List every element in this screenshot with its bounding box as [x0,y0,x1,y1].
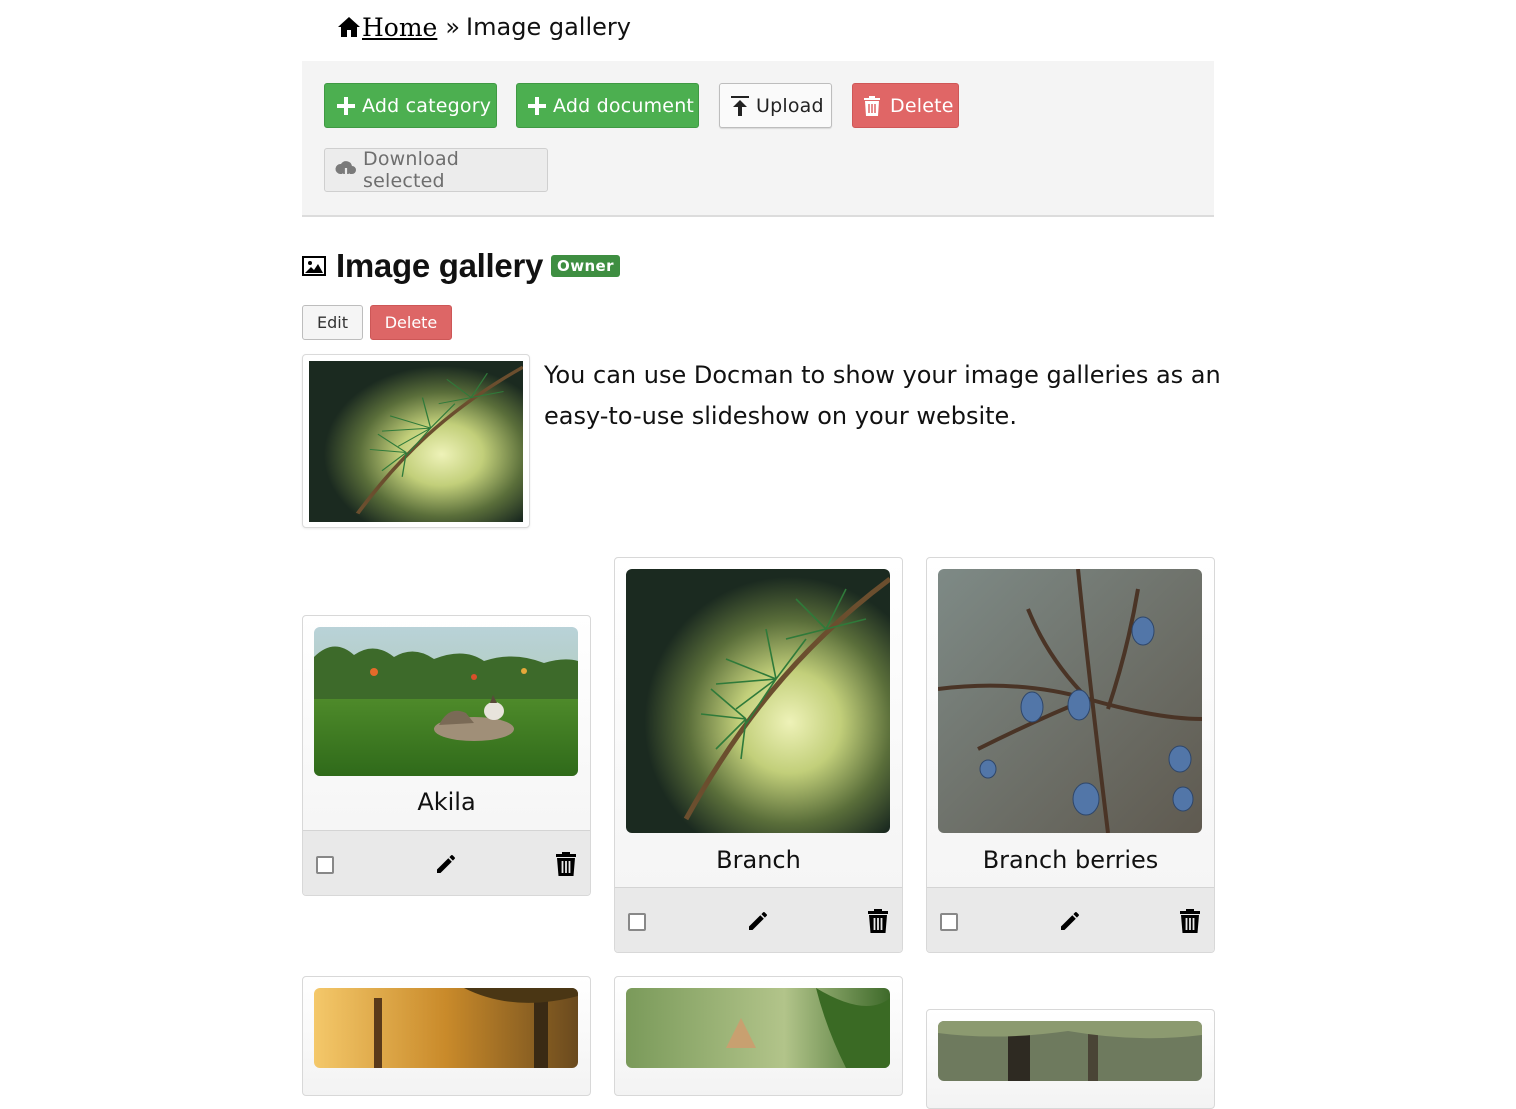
document-actions [927,887,1214,952]
select-checkbox[interactable] [316,856,334,874]
add-document-button[interactable]: Add document [516,83,699,128]
sunlit-trees-image [314,988,578,1068]
plus-icon [337,96,355,115]
cloud-download-icon [335,161,356,180]
upload-label: Upload [756,94,824,117]
document-card[interactable]: Akila [302,615,591,896]
document-title[interactable]: Akila [303,788,590,816]
document-card[interactable]: Branch berries [926,557,1215,953]
edit-category-button[interactable]: Edit [302,305,363,340]
toolbar-delete-label: Delete [890,94,954,117]
trash-icon[interactable] [555,852,577,876]
document-thumbnail[interactable] [626,569,890,833]
document-card[interactable]: Branch [614,557,903,953]
document-thumbnail[interactable] [938,1021,1202,1081]
green-foliage-image [626,988,890,1068]
blue-berries-on-branch-image [938,569,1202,833]
document-thumbnail[interactable] [938,569,1202,833]
trash-icon[interactable] [1179,909,1201,933]
plus-icon [528,96,546,115]
toolbar-delete-button[interactable]: Delete [852,83,959,128]
image-icon [302,256,326,276]
delete-category-button[interactable]: Delete [370,305,452,340]
upload-button[interactable]: Upload [719,83,832,128]
forest-tree-trunk-image [938,1021,1202,1081]
home-icon[interactable] [337,15,361,39]
category-description: You can use Docman to show your image ga… [544,361,1221,430]
pine-branch-image [626,569,890,833]
document-card[interactable] [302,976,591,1096]
download-selected-label: Download selected [363,148,460,192]
document-actions [615,887,902,952]
pencil-icon[interactable] [434,852,458,876]
document-thumbnail[interactable] [626,988,890,1068]
upload-icon [731,95,749,116]
add-category-button[interactable]: Add category [324,83,497,128]
document-title[interactable]: Branch berries [927,846,1214,874]
page-heading: Image gallery Owner [302,244,620,288]
pencil-icon[interactable] [746,909,770,933]
document-thumbnail[interactable] [314,627,578,776]
select-checkbox[interactable] [628,913,646,931]
document-thumbnail[interactable] [314,988,578,1068]
page-title: Image gallery [336,247,544,284]
breadcrumb-separator: » [445,13,461,41]
category-thumbnail[interactable] [302,354,530,528]
breadcrumb-current: Image gallery [466,13,631,41]
breadcrumb-home-link[interactable]: Home [362,13,441,42]
trash-icon[interactable] [867,909,889,933]
pine-branch-image [309,361,523,522]
document-card[interactable] [926,1009,1215,1109]
add-category-label: Add category [362,94,492,117]
add-document-label: Add document [553,94,695,117]
document-card[interactable] [614,976,903,1096]
download-selected-button[interactable]: Download selected [324,148,548,192]
toolbar: Add category Add document Upload Delete … [302,61,1214,217]
owner-badge: Owner [551,255,620,277]
trash-icon [864,95,880,116]
document-actions [303,830,590,895]
husky-on-lawn-image [314,627,578,776]
breadcrumb: Home » Image gallery [337,10,631,44]
select-checkbox[interactable] [940,913,958,931]
pencil-icon[interactable] [1058,909,1082,933]
document-title[interactable]: Branch [615,846,902,874]
